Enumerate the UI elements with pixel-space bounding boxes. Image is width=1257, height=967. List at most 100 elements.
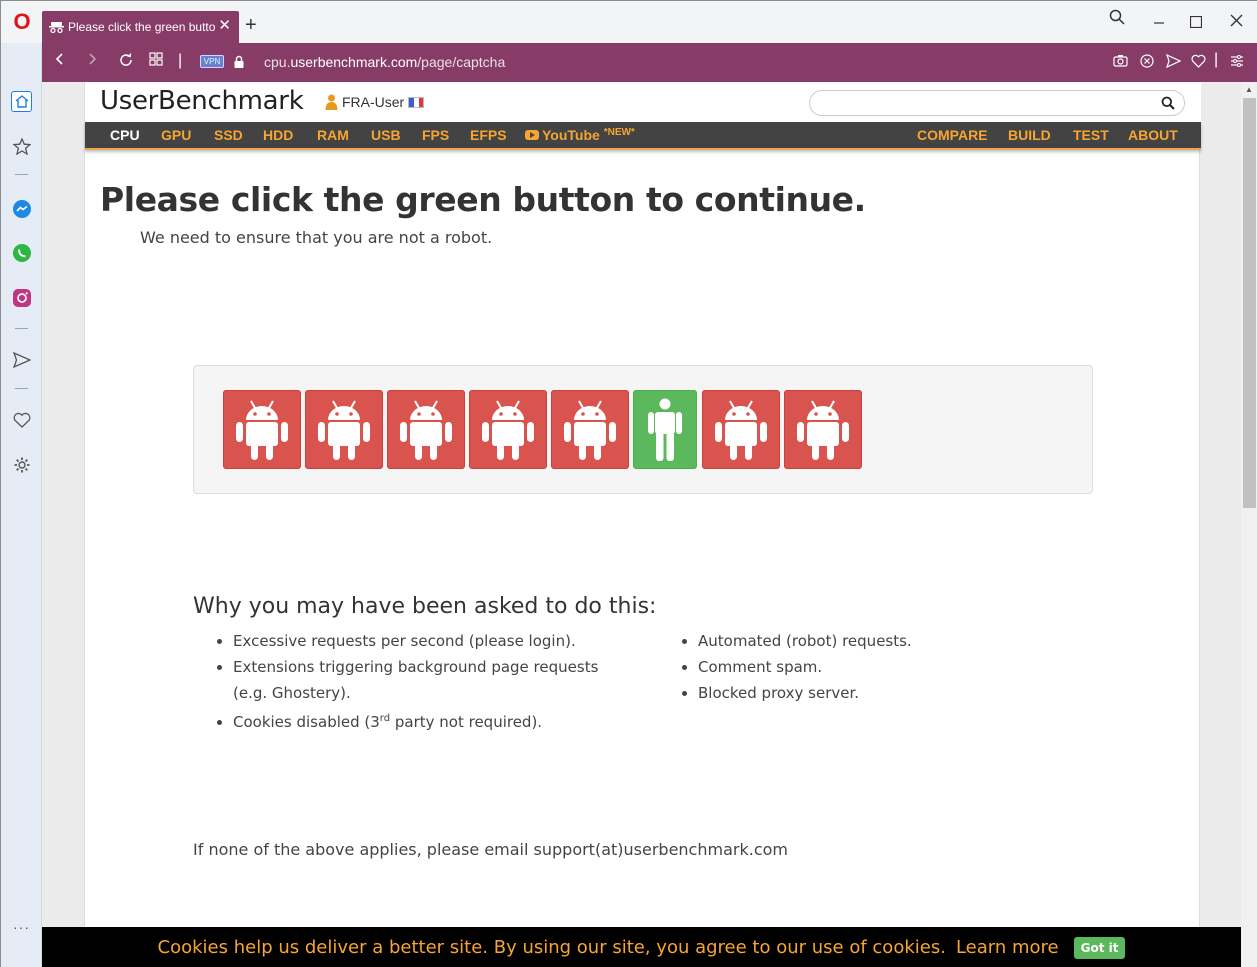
got-it-button[interactable]: Got it [1073,936,1126,959]
address-bar: | VPN cpu.userbenchmark.com/page/captcha… [42,43,1257,82]
instagram-icon[interactable] [11,287,32,308]
sidebar-divider [15,174,28,175]
main-navbar: CPU GPU SSD HDD RAM USB FPS EFPS YouTube… [85,122,1201,150]
captcha-robot-button[interactable] [387,390,465,469]
adblock-icon[interactable] [1140,54,1154,71]
whatsapp-icon[interactable] [11,242,32,263]
bookmarks-heart-icon[interactable] [11,409,32,430]
page-container: UserBenchmark FRA-User CPU GPU SSD HDD R… [84,82,1201,967]
human-icon [648,398,682,461]
opera-logo-icon[interactable]: O [11,10,33,34]
android-icon [318,400,370,460]
address-separator: | [178,52,183,69]
scroll-up-arrow-icon[interactable]: ▲ [1245,85,1253,94]
site-logo[interactable]: UserBenchmark [100,86,304,116]
search-icon[interactable] [1161,96,1175,110]
android-icon [797,400,849,460]
tab-close-icon[interactable]: ✕ [218,18,231,34]
private-tab-icon [49,21,64,33]
new-badge: *NEW* [603,127,635,138]
title-bar: O Please click the green button ✕ + [1,1,1257,43]
sidebar-more-icon[interactable]: ··· [11,916,32,937]
lock-icon[interactable] [234,55,244,68]
android-icon [564,400,616,460]
android-icon [400,400,452,460]
captcha-human-button[interactable] [633,390,697,469]
captcha-robot-button[interactable] [784,390,862,469]
my-flow-send-icon[interactable] [11,349,32,370]
send-icon[interactable] [1165,53,1182,71]
forward-button[interactable] [86,52,98,72]
learn-more-link[interactable]: Learn more [956,937,1059,958]
vpn-badge[interactable]: VPN [200,55,224,68]
easy-setup-icon[interactable] [1230,54,1244,71]
web-viewport: UserBenchmark FRA-User CPU GPU SSD HDD R… [42,82,1241,967]
pinboards-star-icon[interactable] [11,136,32,157]
france-flag-icon [408,96,425,108]
minimize-button[interactable] [1152,11,1166,30]
sidebar-divider [15,388,28,389]
captcha-robot-button[interactable] [305,390,383,469]
browser-tab[interactable]: Please click the green button ✕ [42,11,239,43]
tab-title: Please click the green button [68,20,216,34]
list-item: Comment spam. [698,654,1058,680]
url-field[interactable]: cpu.userbenchmark.com/page/captcha [264,54,505,70]
captcha-panel [193,365,1093,494]
back-button[interactable] [54,52,66,72]
reasons-list-right: Automated (robot) requests. Comment spam… [658,628,1058,706]
search-tabs-icon[interactable] [1109,9,1125,30]
nav-test[interactable]: TEST [1073,127,1109,143]
page-title: Please click the green button to continu… [100,180,866,219]
page-subtitle: We need to ensure that you are not a rob… [140,228,493,247]
list-item: Excessive requests per second (please lo… [233,628,633,654]
sidebar-divider [15,328,28,329]
nav-ssd[interactable]: SSD [214,127,243,143]
browser-sidebar: ··· [1,43,42,967]
cookie-banner: Cookies help us deliver a better site. B… [42,927,1241,967]
nav-usb[interactable]: USB [371,127,401,143]
nav-gpu[interactable]: GPU [161,127,191,143]
home-icon[interactable] [11,91,32,112]
list-item: Cookies disabled (3rd party not required… [233,706,633,735]
nav-build[interactable]: BUILD [1008,127,1051,143]
maximize-button[interactable] [1189,15,1203,33]
nav-youtube[interactable]: YouTube *NEW* [525,127,635,143]
browser-window: O Please click the green button ✕ + | VP… [0,0,1257,967]
user-icon [325,94,338,110]
cookie-message: Cookies help us deliver a better site. B… [157,937,946,958]
android-icon [482,400,534,460]
nav-hdd[interactable]: HDD [263,127,293,143]
nav-ram[interactable]: RAM [317,127,349,143]
reload-button[interactable] [118,52,134,74]
why-heading: Why you may have been asked to do this: [193,594,657,619]
android-icon [715,400,767,460]
android-icon [236,400,288,460]
messenger-icon[interactable] [11,198,32,219]
address-separator-right: | [1214,51,1219,68]
captcha-robot-button[interactable] [702,390,780,469]
list-item: Extensions triggering background page re… [233,654,633,706]
support-email-text: If none of the above applies, please ema… [193,840,788,859]
reasons-list-left: Excessive requests per second (please lo… [193,628,633,735]
site-header: UserBenchmark FRA-User [85,82,1201,122]
user-account[interactable]: FRA-User [325,94,425,110]
nav-cpu[interactable]: CPU [110,127,140,143]
nav-about[interactable]: ABOUT [1128,127,1178,143]
captcha-robot-button[interactable] [223,390,301,469]
username: FRA-User [342,94,405,110]
search-input[interactable] [809,90,1185,116]
speed-dial-icon[interactable] [149,52,163,72]
captcha-robot-button[interactable] [469,390,547,469]
nav-fps[interactable]: FPS [422,127,449,143]
scroll-thumb[interactable] [1243,98,1256,508]
settings-gear-icon[interactable] [11,454,32,475]
list-item: Blocked proxy server. [698,680,1058,706]
nav-efps[interactable]: EFPS [470,127,507,143]
captcha-robot-button[interactable] [551,390,629,469]
new-tab-button[interactable]: + [245,15,257,35]
bookmark-heart-icon[interactable] [1191,54,1206,71]
nav-compare[interactable]: COMPARE [917,127,988,143]
youtube-icon [525,130,539,140]
close-window-button[interactable] [1230,14,1243,32]
snapshot-icon[interactable] [1113,54,1128,70]
